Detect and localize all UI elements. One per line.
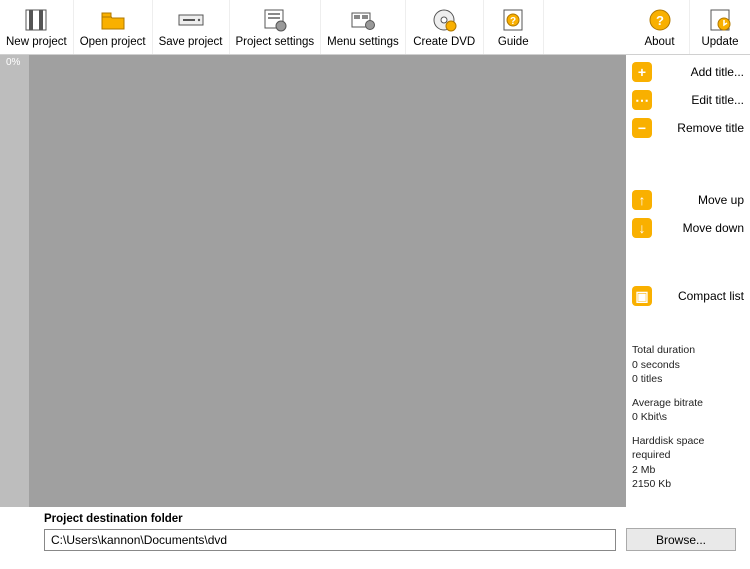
move-down-label: Move down bbox=[660, 221, 744, 235]
move-up-label: Move up bbox=[660, 193, 744, 207]
side-actions: + Add title... ⋯ Edit title... − Remove … bbox=[632, 61, 744, 307]
toolbar-spacer bbox=[544, 0, 630, 54]
svg-text:?: ? bbox=[510, 16, 516, 27]
title-list-area[interactable] bbox=[30, 55, 626, 507]
guide-label: Guide bbox=[498, 36, 529, 48]
plus-icon: + bbox=[632, 62, 652, 82]
svg-text:?: ? bbox=[656, 13, 664, 28]
space-value2: 2150 Kb bbox=[632, 477, 744, 491]
create-dvd-button[interactable]: Create DVD bbox=[406, 0, 484, 54]
main-area: 0% + Add title... ⋯ Edit title... − Remo… bbox=[0, 55, 750, 507]
folder-open-icon bbox=[99, 6, 127, 34]
compact-list-label: Compact list bbox=[660, 289, 744, 303]
add-title-button[interactable]: + Add title... bbox=[632, 61, 744, 83]
menu-settings-icon bbox=[349, 6, 377, 34]
browse-button[interactable]: Browse... bbox=[626, 528, 736, 551]
about-label: About bbox=[644, 36, 674, 48]
about-button[interactable]: ? About bbox=[630, 0, 690, 54]
arrow-up-icon: ↑ bbox=[632, 190, 652, 210]
destination-input[interactable] bbox=[44, 529, 616, 551]
update-icon bbox=[706, 6, 734, 34]
titles-value: 0 titles bbox=[632, 372, 744, 386]
arrow-down-icon: ↓ bbox=[632, 218, 652, 238]
dvd-icon bbox=[430, 6, 458, 34]
duration-label: Total duration bbox=[632, 343, 744, 357]
bitrate-label: Average bitrate bbox=[632, 396, 744, 410]
add-title-label: Add title... bbox=[660, 65, 744, 79]
project-settings-label: Project settings bbox=[236, 36, 315, 48]
progress-bar: 0% bbox=[0, 55, 30, 507]
stats-block: Total duration 0 seconds 0 titles Averag… bbox=[632, 343, 744, 501]
bitrate-value: 0 Kbit\s bbox=[632, 410, 744, 424]
guide-button[interactable]: ? Guide bbox=[484, 0, 544, 54]
menu-settings-button[interactable]: Menu settings bbox=[321, 0, 406, 54]
move-up-button[interactable]: ↑ Move up bbox=[632, 189, 744, 211]
move-down-button[interactable]: ↓ Move down bbox=[632, 217, 744, 239]
about-icon: ? bbox=[646, 6, 674, 34]
toolbar: New project Open project Save project Pr… bbox=[0, 0, 750, 55]
space-label: Harddisk space required bbox=[632, 434, 744, 462]
open-project-label: Open project bbox=[80, 36, 146, 48]
remove-title-button[interactable]: − Remove title bbox=[632, 117, 744, 139]
edit-icon: ⋯ bbox=[632, 90, 652, 110]
update-button[interactable]: Update bbox=[690, 0, 750, 54]
save-project-button[interactable]: Save project bbox=[153, 0, 230, 54]
create-dvd-label: Create DVD bbox=[413, 36, 475, 48]
open-project-button[interactable]: Open project bbox=[74, 0, 153, 54]
new-project-label: New project bbox=[6, 36, 67, 48]
side-panel: + Add title... ⋯ Edit title... − Remove … bbox=[626, 55, 750, 507]
compact-list-button[interactable]: ▣ Compact list bbox=[632, 285, 744, 307]
progress-label: 0% bbox=[6, 57, 20, 68]
project-settings-button[interactable]: Project settings bbox=[230, 0, 322, 54]
new-project-button[interactable]: New project bbox=[0, 0, 74, 54]
new-project-icon bbox=[22, 6, 50, 34]
destination-section: Project destination folder Browse... bbox=[0, 507, 750, 565]
update-label: Update bbox=[701, 36, 738, 48]
space-value1: 2 Mb bbox=[632, 463, 744, 477]
menu-settings-label: Menu settings bbox=[327, 36, 399, 48]
project-settings-icon bbox=[261, 6, 289, 34]
guide-icon: ? bbox=[499, 6, 527, 34]
destination-label: Project destination folder bbox=[44, 513, 736, 525]
duration-value: 0 seconds bbox=[632, 358, 744, 372]
edit-title-label: Edit title... bbox=[660, 93, 744, 107]
save-project-label: Save project bbox=[159, 36, 223, 48]
compact-icon: ▣ bbox=[632, 286, 652, 306]
minus-icon: − bbox=[632, 118, 652, 138]
disk-drive-icon bbox=[177, 6, 205, 34]
edit-title-button[interactable]: ⋯ Edit title... bbox=[632, 89, 744, 111]
remove-title-label: Remove title bbox=[660, 121, 744, 135]
